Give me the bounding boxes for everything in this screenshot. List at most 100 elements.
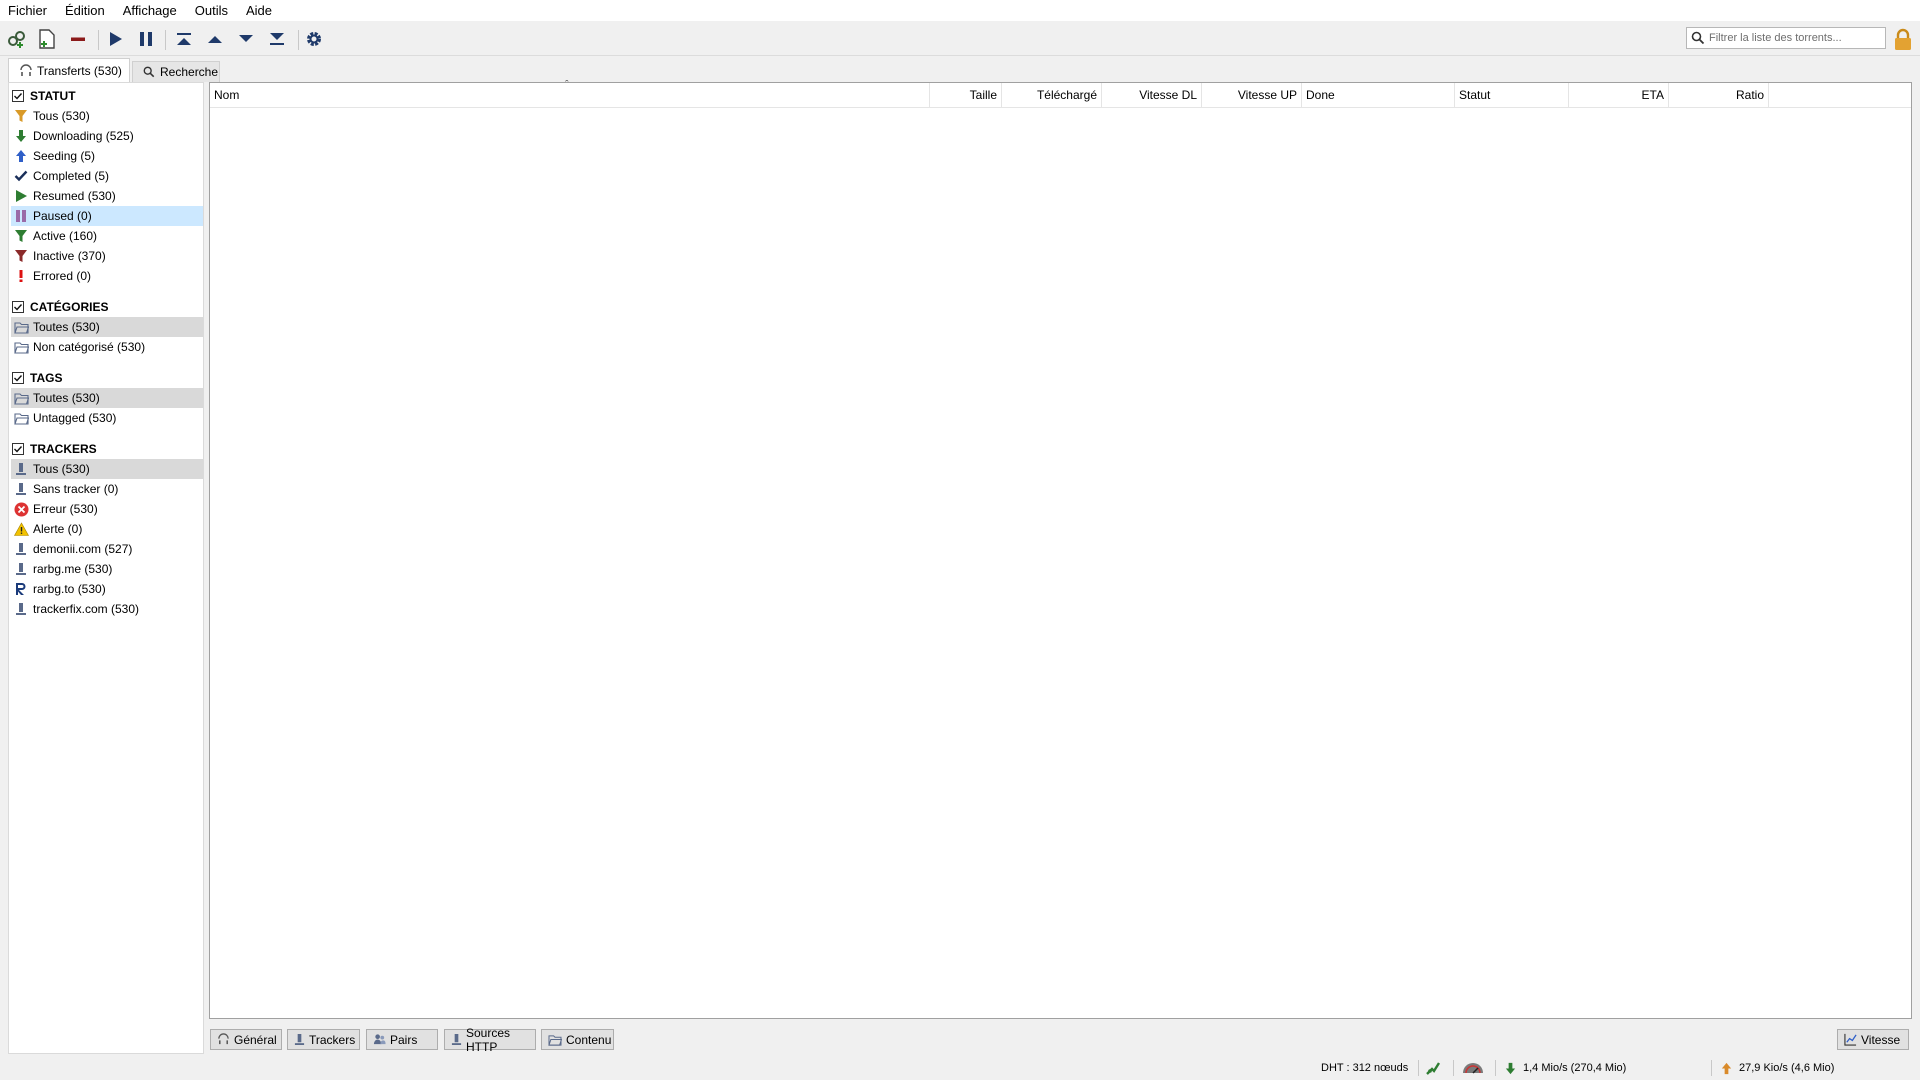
connection-status[interactable]	[1425, 1056, 1441, 1080]
move-down-button[interactable]	[233, 26, 259, 52]
move-bottom-button[interactable]	[264, 26, 290, 52]
column-header-ratio[interactable]: Ratio	[1669, 83, 1769, 107]
speed-graph-button[interactable]: Vitesse	[1837, 1029, 1909, 1050]
trackers-section-checkbox[interactable]	[12, 443, 24, 455]
tracker-item-label: Tous (530)	[33, 462, 90, 476]
category-item-uncategorized[interactable]: Non catégorisé (530)	[11, 337, 203, 357]
tab-search-label: Recherche	[160, 65, 219, 79]
tracker-item-warning[interactable]: Alerte (0)	[11, 519, 203, 539]
folder-icon	[13, 412, 29, 425]
tab-peers[interactable]: Pairs	[366, 1029, 438, 1050]
status-section-checkbox[interactable]	[12, 90, 24, 102]
speed-limit-toggle[interactable]	[1461, 1056, 1485, 1080]
status-item-resumed[interactable]: Resumed (530)	[11, 186, 203, 206]
status-item-label: Seeding (5)	[33, 149, 96, 163]
folder-icon	[13, 392, 29, 405]
menu-edition[interactable]: Édition	[56, 0, 114, 21]
column-header-status[interactable]: Statut	[1455, 83, 1569, 107]
status-item-completed[interactable]: Completed (5)	[11, 166, 203, 186]
category-item-label: Toutes (530)	[33, 320, 100, 334]
status-item-errored[interactable]: Errored (0)	[11, 266, 203, 286]
trackers-section-header[interactable]: TRACKERS	[10, 439, 97, 459]
tracker-item-label: trackerfix.com (530)	[33, 602, 140, 616]
column-header-done[interactable]: Done	[1302, 83, 1455, 107]
menu-bar: Fichier Édition Affichage Outils Aide	[0, 0, 1920, 21]
filter-icon	[15, 230, 27, 242]
tab-content[interactable]: Contenu	[541, 1029, 614, 1050]
column-header-size[interactable]: Taille	[930, 83, 1002, 107]
upload-arrow-icon	[1721, 1062, 1732, 1074]
tracker-item-rarbg-to[interactable]: rarbg.to (530)	[11, 579, 203, 599]
transfers-icon	[20, 64, 32, 76]
status-item-downloading[interactable]: Downloading (525)	[11, 126, 203, 146]
folder-icon	[548, 1034, 562, 1046]
status-item-label: Active (160)	[33, 229, 98, 243]
options-button[interactable]	[301, 26, 327, 52]
folder-icon	[13, 341, 29, 354]
column-header-eta[interactable]: ETA	[1569, 83, 1669, 107]
tracker-item-trackerless[interactable]: Sans tracker (0)	[11, 479, 203, 499]
lock-icon	[1895, 28, 1911, 50]
tracker-item-rarbg-me[interactable]: rarbg.me (530)	[11, 559, 203, 579]
resume-button[interactable]	[102, 26, 128, 52]
column-header-up-speed[interactable]: Vitesse UP	[1202, 83, 1302, 107]
exclamation-icon	[19, 270, 23, 282]
pause-button[interactable]	[133, 26, 159, 52]
toolbar-separator	[98, 30, 99, 50]
column-header-dl-speed[interactable]: Vitesse DL	[1102, 83, 1202, 107]
arrow-down-icon	[239, 35, 253, 42]
menu-fichier[interactable]: Fichier	[0, 0, 56, 21]
upload-speed-status[interactable]: 27,9 Kio/s (4,6 Mio)	[1720, 1056, 1834, 1080]
menu-outils[interactable]: Outils	[186, 0, 237, 21]
tab-transfers[interactable]: Transferts (530)	[8, 58, 130, 83]
torrent-filter-search	[1686, 27, 1886, 49]
add-torrent-link-button[interactable]	[4, 26, 30, 52]
error-circle-icon	[14, 502, 28, 516]
status-separator	[1418, 1060, 1419, 1076]
tab-http-sources[interactable]: Sources HTTP	[444, 1026, 536, 1054]
tracker-item-trackerfix[interactable]: trackerfix.com (530)	[11, 599, 203, 619]
status-item-all[interactable]: Tous (530)	[11, 106, 203, 126]
tab-search[interactable]: Recherche	[132, 61, 220, 82]
move-up-button[interactable]	[202, 26, 228, 52]
move-top-button[interactable]	[171, 26, 197, 52]
categories-section-checkbox[interactable]	[12, 301, 24, 313]
add-torrent-file-button[interactable]	[34, 26, 60, 52]
column-header-downloaded[interactable]: Téléchargé	[1002, 83, 1102, 107]
tab-trackers[interactable]: Trackers	[287, 1029, 360, 1050]
status-item-seeding[interactable]: Seeding (5)	[11, 146, 203, 166]
remove-torrent-button[interactable]	[65, 26, 91, 52]
categories-section-title: CATÉGORIES	[30, 300, 109, 314]
tag-item-all[interactable]: Toutes (530)	[11, 388, 203, 408]
tracker-item-error[interactable]: Erreur (530)	[11, 499, 203, 519]
warning-icon	[13, 522, 29, 536]
category-item-all[interactable]: Toutes (530)	[11, 317, 203, 337]
network-server-icon	[451, 1034, 462, 1045]
search-input[interactable]	[1705, 32, 1879, 44]
tracker-item-demonii[interactable]: demonii.com (527)	[11, 539, 203, 559]
tags-section-checkbox[interactable]	[12, 372, 24, 384]
status-separator	[1453, 1060, 1454, 1076]
lock-ui-button[interactable]	[1891, 27, 1915, 51]
filter-sidebar: STATUT Tous (530) Downloading (525) Seed…	[8, 82, 204, 1054]
filter-icon	[15, 110, 27, 122]
search-icon	[1691, 31, 1705, 45]
status-section-header[interactable]: STATUT	[10, 86, 76, 106]
search-icon	[143, 66, 155, 78]
download-speed-status[interactable]: 1,4 Mio/s (270,4 Mio)	[1504, 1056, 1626, 1080]
status-item-label: Resumed (530)	[33, 189, 116, 203]
tags-section-header[interactable]: TAGS	[10, 368, 62, 388]
tracker-item-all[interactable]: Tous (530)	[11, 459, 203, 479]
status-item-paused[interactable]: Paused (0)	[11, 206, 203, 226]
menu-aide[interactable]: Aide	[237, 0, 281, 21]
categories-section-header[interactable]: CATÉGORIES	[10, 297, 108, 317]
tab-general[interactable]: Général	[210, 1029, 282, 1050]
status-item-active[interactable]: Active (160)	[11, 226, 203, 246]
torrent-table[interactable]: ˆ Nom Taille Téléchargé Vitesse DL Vites…	[209, 79, 1912, 1019]
status-item-inactive[interactable]: Inactive (370)	[11, 246, 203, 266]
tab-transfers-label: Transferts (530)	[37, 64, 122, 78]
menu-affichage[interactable]: Affichage	[114, 0, 186, 21]
arrow-up-icon	[208, 36, 222, 43]
tag-item-untagged[interactable]: Untagged (530)	[11, 408, 203, 428]
column-header-name[interactable]: Nom	[210, 83, 930, 107]
